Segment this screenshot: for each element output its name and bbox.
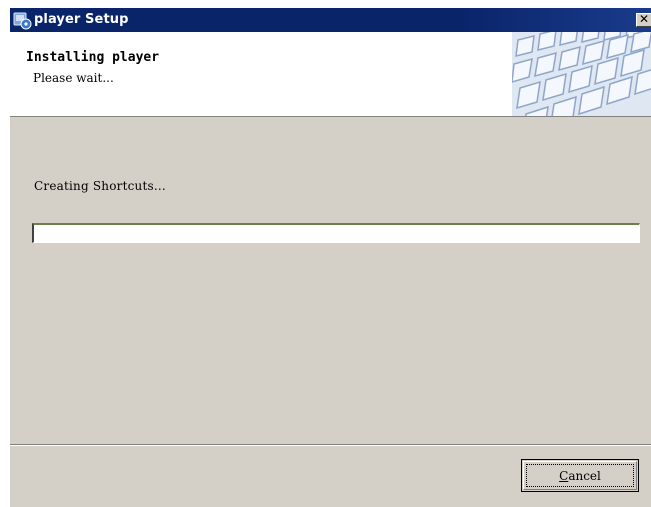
header-title: Installing player <box>26 50 160 65</box>
setup-window: player Setup ✕ Installing player Please … <box>9 8 651 507</box>
footer-divider <box>10 444 651 446</box>
cancel-button-label: Cancel <box>522 469 638 483</box>
window-title: player Setup <box>34 12 129 27</box>
cancel-mnemonic: C <box>559 469 569 483</box>
cancel-label-rest: ancel <box>568 469 601 483</box>
progress-bar <box>32 223 640 243</box>
header-subtitle: Please wait... <box>33 71 114 85</box>
close-button[interactable]: ✕ <box>636 13 651 27</box>
cancel-button[interactable]: Cancel <box>521 459 639 492</box>
status-text: Creating Shortcuts... <box>34 179 166 193</box>
title-bar[interactable]: player Setup ✕ <box>10 8 651 32</box>
header-panel: Installing player Please wait... <box>10 32 651 117</box>
close-icon: ✕ <box>638 12 650 26</box>
keyboard-keys-art <box>512 32 651 116</box>
installer-icon <box>13 12 32 30</box>
